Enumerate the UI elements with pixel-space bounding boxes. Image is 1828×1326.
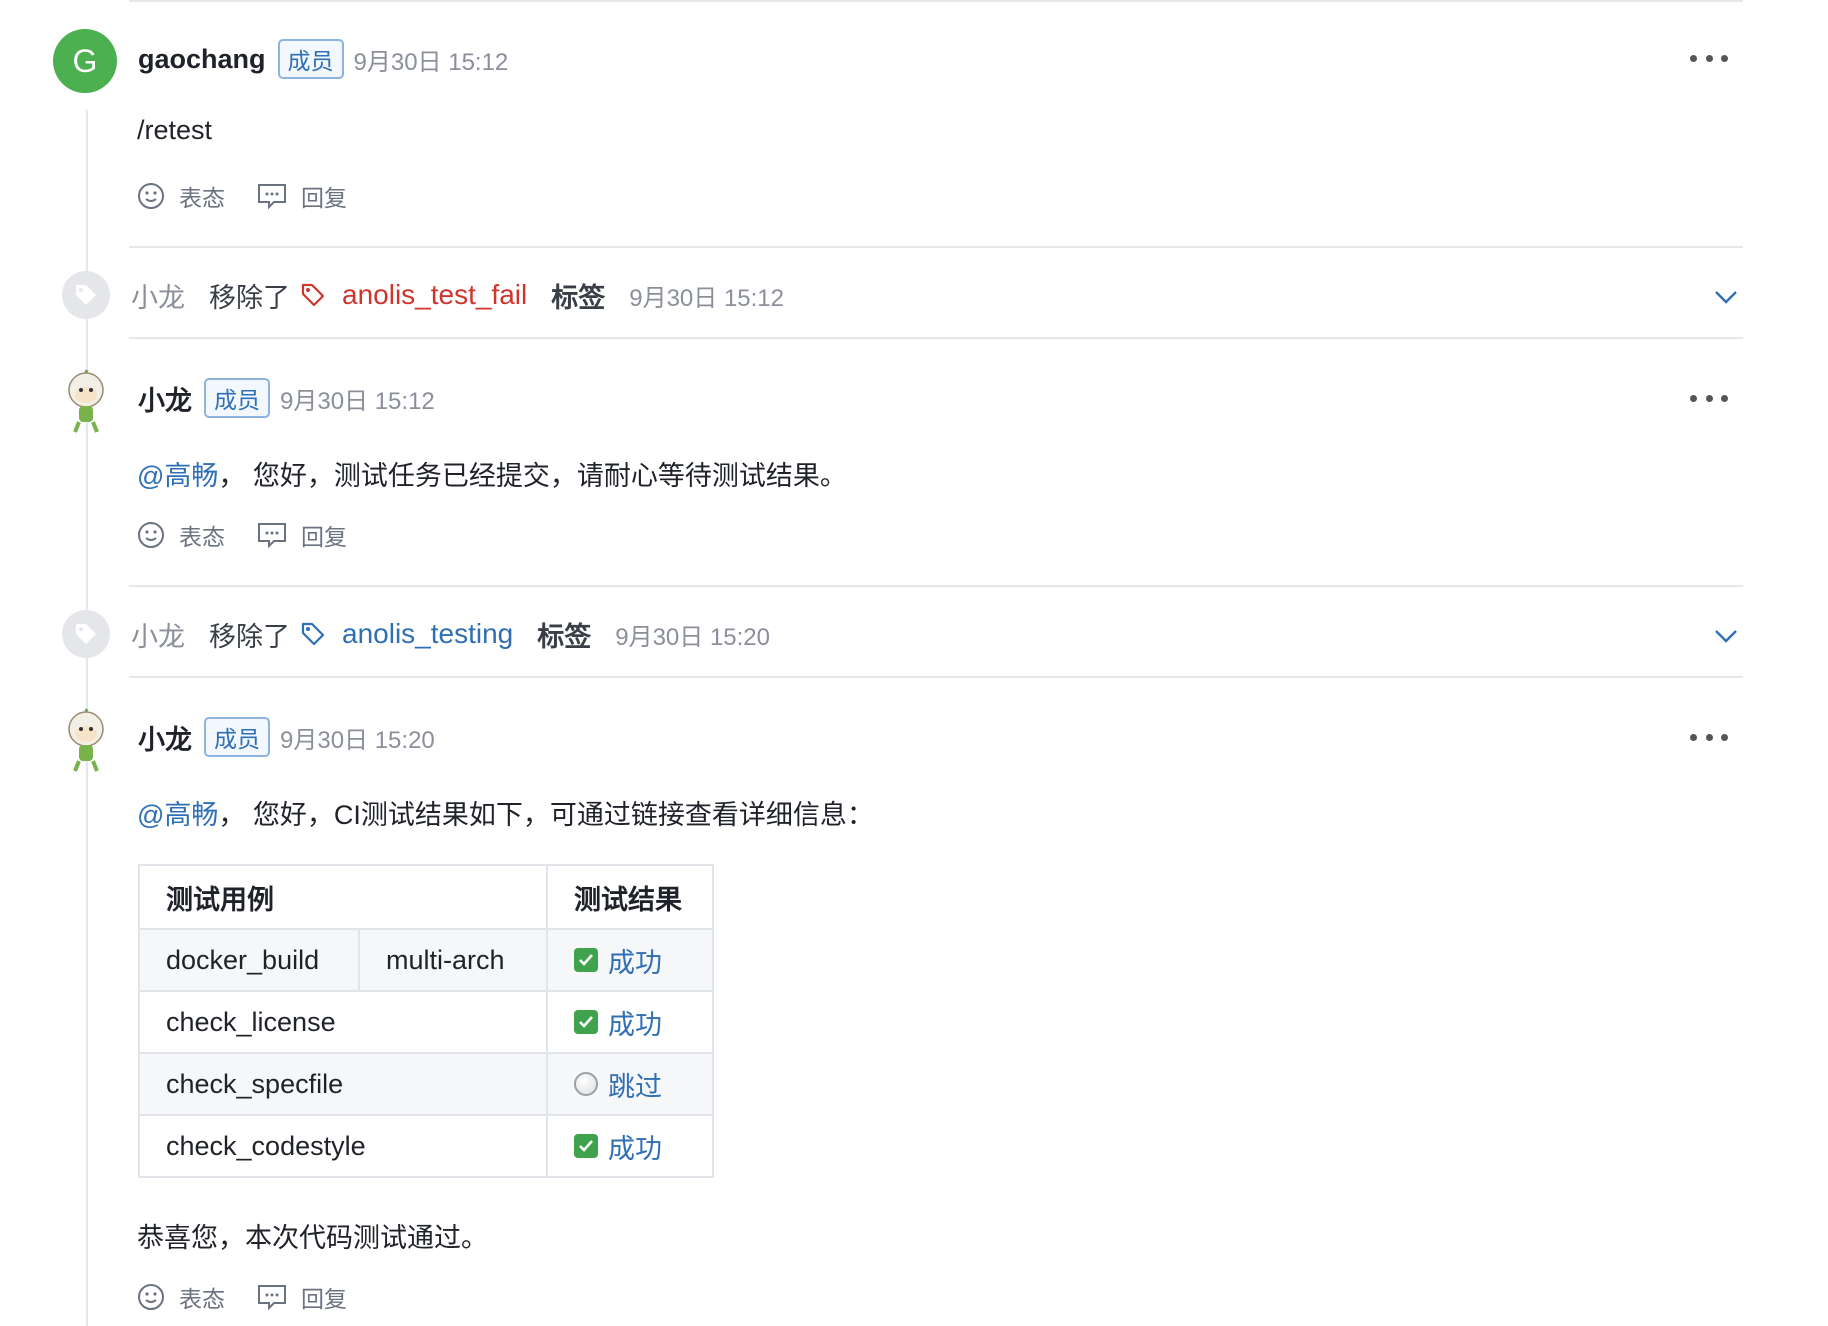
username[interactable]: 小龙 (138, 379, 192, 418)
timestamp: 9月30日 15:12 (629, 284, 785, 312)
timestamp: 9月30日 15:12 (353, 48, 509, 76)
comment-body: /retest (137, 115, 213, 145)
comment-body: @高畅， 您好，测试任务已经提交，请耐心等待测试结果。 (137, 461, 847, 491)
member-badge: 成员 (277, 39, 344, 79)
table-row: check_specfile 跳过 (138, 1052, 714, 1116)
chevron-down-icon[interactable] (1713, 628, 1739, 644)
more-options-icon[interactable] (1690, 53, 1728, 63)
divider (129, 0, 1743, 2)
test-case-cell: check_license (138, 990, 548, 1054)
chevron-down-icon[interactable] (1713, 289, 1739, 305)
label-name[interactable]: anolis_testing (342, 618, 513, 650)
column-header: 测试结果 (546, 864, 714, 930)
label-name[interactable]: anolis_test_fail (342, 279, 527, 311)
result-link[interactable]: 成功 (574, 1127, 686, 1166)
user-mention-link[interactable]: @高畅 (137, 461, 218, 491)
table-row: check_license 成功 (138, 990, 714, 1054)
reply-button[interactable]: 回复 (257, 179, 347, 213)
result-cell: 成功 (546, 990, 714, 1054)
member-badge: 成员 (204, 378, 270, 418)
comment-actions: 表态 回复 (137, 1280, 379, 1314)
test-results-table: 测试用例 测试结果 docker_build multi-arch 成功 che… (138, 864, 714, 1178)
tag-event-icon (62, 271, 110, 319)
comment-body: @高畅， 您好，CI测试结果如下，可通过链接查看详细信息： (137, 800, 874, 830)
more-options-icon[interactable] (1690, 732, 1728, 742)
avatar[interactable] (57, 705, 115, 773)
reply-button[interactable]: 回复 (257, 1280, 347, 1314)
skipped-circle-icon (574, 1072, 598, 1096)
test-case-sub-cell: multi-arch (358, 928, 548, 992)
event-user[interactable]: 小龙 (131, 615, 185, 654)
timestamp: 9月30日 15:12 (280, 387, 435, 415)
comment-icon (258, 1285, 286, 1311)
timestamp: 9月30日 15:20 (280, 726, 435, 754)
check-icon (574, 1134, 598, 1158)
user-mention-link[interactable]: @高畅 (137, 800, 218, 830)
comment-footer-text: 恭喜您，本次代码测试通过。 (137, 1223, 488, 1253)
check-icon (574, 948, 598, 972)
result-cell: 成功 (546, 928, 714, 992)
table-row: docker_build multi-arch 成功 (138, 928, 714, 992)
event-action: 移除了 (209, 621, 290, 652)
comment-icon (258, 184, 286, 210)
event-action: 移除了 (209, 282, 290, 313)
comment-icon (258, 523, 286, 549)
comment-actions: 表态 回复 (137, 179, 379, 213)
result-link[interactable]: 成功 (574, 941, 686, 980)
test-case-cell: docker_build (138, 928, 360, 992)
divider (129, 676, 1743, 678)
result-cell: 跳过 (546, 1052, 714, 1116)
username[interactable]: 小龙 (138, 718, 192, 757)
test-case-cell: check_codestyle (138, 1114, 548, 1178)
comment-header: gaochang 成员 9月30日 15:12 (138, 39, 508, 79)
result-link[interactable]: 跳过 (574, 1065, 686, 1104)
divider (129, 246, 1743, 248)
smile-icon (138, 183, 164, 209)
divider (129, 337, 1743, 339)
label-event: 小龙 移除了 anolis_test_fail 标签 9月30日 15:12 (131, 273, 784, 317)
react-button[interactable]: 表态 (137, 1280, 225, 1314)
result-link[interactable]: 成功 (574, 1003, 686, 1042)
label-word: 标签 (551, 282, 606, 313)
reply-button[interactable]: 回复 (257, 518, 347, 552)
tag-icon (300, 282, 326, 308)
username[interactable]: gaochang (138, 44, 266, 75)
test-case-cell: check_specfile (138, 1052, 548, 1116)
smile-icon (138, 1284, 164, 1310)
member-badge: 成员 (204, 717, 270, 757)
label-event: 小龙 移除了 anolis_testing 标签 9月30日 15:20 (131, 612, 770, 656)
event-user[interactable]: 小龙 (131, 276, 185, 315)
column-header: 测试用例 (138, 864, 548, 930)
comment-header: 小龙 成员 9月30日 15:20 (138, 717, 435, 757)
react-button[interactable]: 表态 (137, 518, 225, 552)
comment-header: 小龙 成员 9月30日 15:12 (138, 378, 435, 418)
react-button[interactable]: 表态 (137, 179, 225, 213)
tag-event-icon (62, 610, 110, 658)
avatar[interactable] (57, 366, 115, 434)
table-row: check_codestyle 成功 (138, 1114, 714, 1178)
smile-icon (138, 522, 164, 548)
more-options-icon[interactable] (1690, 393, 1728, 403)
timestamp: 9月30日 15:20 (615, 623, 771, 651)
divider (129, 585, 1743, 587)
result-cell: 成功 (546, 1114, 714, 1178)
tag-icon (300, 621, 326, 647)
check-icon (574, 1010, 598, 1034)
avatar[interactable]: G (53, 29, 117, 93)
label-word: 标签 (537, 621, 592, 652)
comment-actions: 表态 回复 (137, 518, 379, 552)
